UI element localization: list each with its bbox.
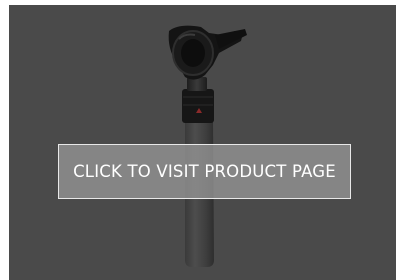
visit-product-page-button[interactable]: CLICK TO VISIT PRODUCT PAGE	[58, 144, 351, 199]
product-card[interactable]: CLICK TO VISIT PRODUCT PAGE	[9, 5, 396, 280]
otoscope-product-image	[168, 25, 247, 267]
visit-product-page-label: CLICK TO VISIT PRODUCT PAGE	[73, 162, 336, 181]
